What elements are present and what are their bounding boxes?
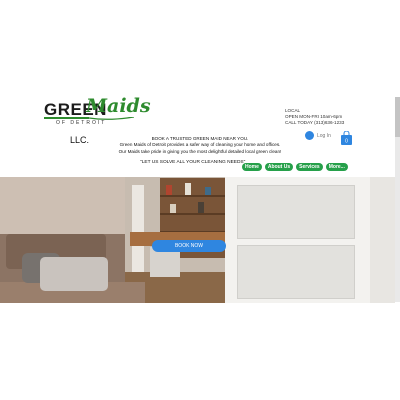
nav-about-us[interactable]: About Us bbox=[264, 163, 294, 171]
hero-door-edge bbox=[370, 177, 395, 303]
hero-door-pane bbox=[237, 185, 355, 239]
contact-info: LOCAL OPEN MON-FRI 10am-6pm CALL TODAY (… bbox=[285, 108, 344, 126]
intro-text: BOOK A TRUSTED GREEN MAID NEAR YOU. Gree… bbox=[100, 136, 300, 155]
hero-shelf-board bbox=[160, 195, 225, 197]
hero-book bbox=[170, 204, 176, 213]
logo-subtitle: OF DETROIT bbox=[56, 120, 107, 126]
bottom-blank-area bbox=[0, 303, 400, 400]
hero-book bbox=[185, 183, 191, 195]
nav-more[interactable]: More... bbox=[325, 163, 348, 171]
login-button[interactable]: Log In bbox=[305, 131, 331, 140]
contact-phone[interactable]: CALL TODAY (313)636-1233 bbox=[285, 120, 344, 126]
company-suffix: LLC. bbox=[70, 135, 90, 145]
logo-script[interactable]: Maids bbox=[86, 95, 151, 117]
avatar-icon bbox=[305, 131, 314, 140]
login-label: Log In bbox=[317, 132, 331, 139]
nav-home[interactable]: Home bbox=[242, 163, 262, 171]
scrollbar-thumb[interactable] bbox=[395, 97, 400, 137]
book-now-button[interactable]: BOOK NOW bbox=[152, 240, 226, 252]
main-nav: Home About Us Services More... bbox=[242, 163, 348, 171]
intro-line-3: Our Maids take pride in giving you the m… bbox=[118, 148, 282, 154]
hero-book bbox=[205, 187, 211, 195]
hero-book bbox=[198, 202, 204, 213]
cart-count: 0 bbox=[345, 139, 348, 145]
intro-line-2: Green Maids of Detroit provides a safer … bbox=[119, 142, 281, 148]
top-blank-area bbox=[0, 0, 400, 97]
motto: "LET US SOLVE ALL YOUR CLEANING NEEDS" bbox=[140, 160, 246, 165]
nav-services[interactable]: Services bbox=[296, 163, 323, 171]
hero-book bbox=[166, 185, 172, 195]
hero-door-pane bbox=[237, 245, 355, 299]
cart-bag-icon[interactable]: 0 bbox=[341, 131, 352, 145]
hero-shelf-board bbox=[160, 213, 225, 215]
hero-pillow bbox=[40, 257, 108, 291]
